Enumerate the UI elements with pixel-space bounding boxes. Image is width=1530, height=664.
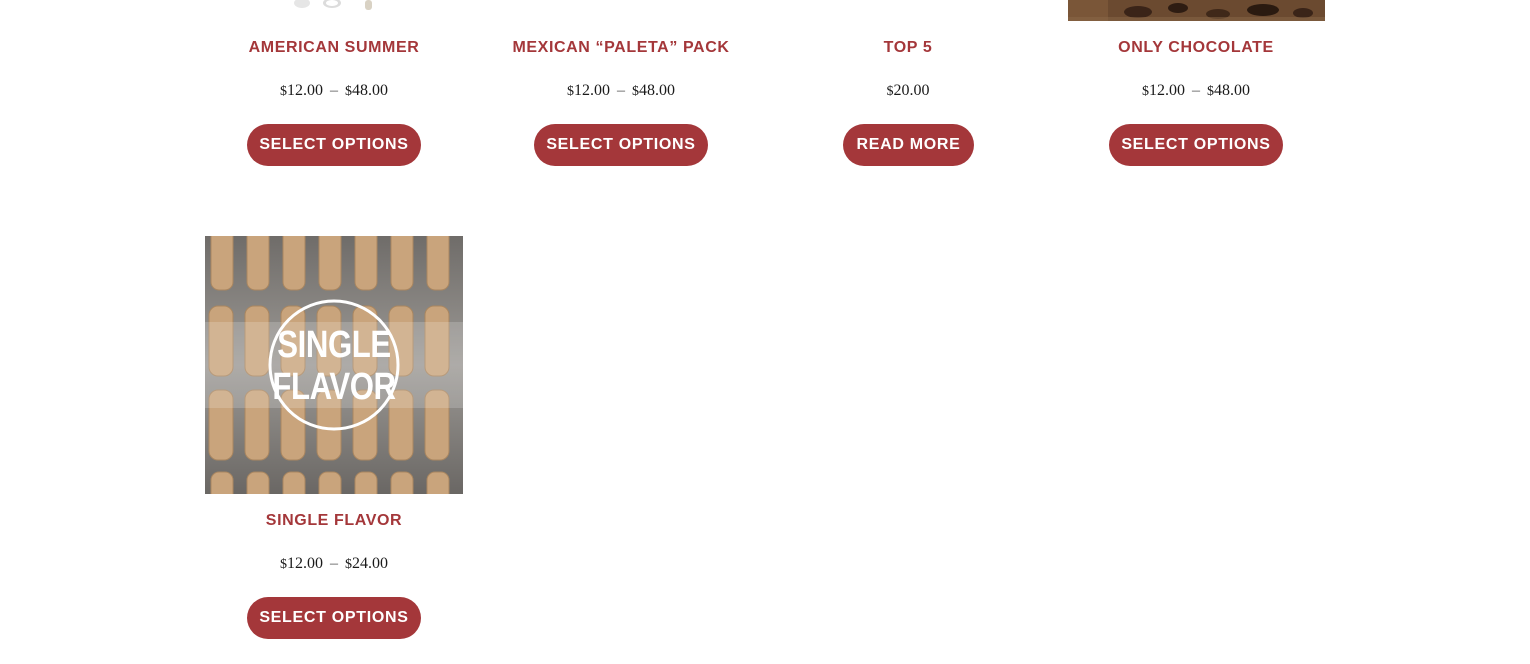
price-range-dash: –	[330, 82, 338, 99]
price-range-dash: –	[1192, 82, 1200, 99]
select-options-button[interactable]: SELECT OPTIONS	[247, 597, 421, 639]
currency-symbol: $	[632, 84, 639, 99]
product-card-single-flavor: SINGLE FLAVOR SINGLE FLAVOR $12.00– $24.0…	[205, 236, 463, 656]
product-image-american-summer[interactable]	[205, 0, 463, 20]
currency-symbol: $	[886, 84, 894, 99]
select-options-button[interactable]: SELECT OPTIONS	[247, 124, 421, 166]
price-max: 48.00	[639, 82, 675, 99]
product-price: $12.00– $48.00	[205, 82, 463, 100]
price-range-dash: –	[330, 555, 338, 572]
product-title[interactable]: TOP 5	[779, 39, 1037, 57]
image-text-line2: FLAVOR	[272, 366, 396, 408]
product-card-mexican-paleta-pack: MEXICAN “PALETA” PACK $12.00– $48.00 SELE…	[492, 0, 750, 200]
price-max: 24.00	[352, 555, 388, 572]
price-max: 48.00	[1214, 82, 1250, 99]
select-options-button[interactable]: SELECT OPTIONS	[1109, 124, 1283, 166]
product-title[interactable]: MEXICAN “PALETA” PACK	[492, 39, 750, 57]
product-image-single-flavor[interactable]: SINGLE FLAVOR	[205, 236, 463, 494]
image-overlay-text: SINGLE FLAVOR	[228, 324, 440, 408]
read-more-button[interactable]: READ MORE	[843, 124, 974, 166]
currency-symbol: $	[280, 557, 287, 572]
price-min: 12.00	[287, 555, 323, 572]
price-value: 20.00	[893, 82, 930, 99]
image-text-line1: SINGLE	[277, 324, 391, 366]
price-min: 12.00	[1149, 82, 1185, 99]
price-max: 48.00	[352, 82, 388, 99]
price-range-dash: –	[617, 82, 625, 99]
product-price: $12.00– $24.00	[205, 555, 463, 573]
product-price: $12.00– $48.00	[1067, 82, 1325, 100]
product-card-american-summer: AMERICAN SUMMER $12.00– $48.00 SELECT OPT…	[205, 0, 463, 200]
select-options-button[interactable]: SELECT OPTIONS	[534, 124, 708, 166]
currency-symbol: $	[345, 557, 352, 572]
product-card-only-chocolate: ONLY CHOCOLATE $12.00– $48.00 SELECT OPTI…	[1067, 0, 1325, 200]
product-price: $12.00– $48.00	[492, 82, 750, 100]
product-card-top-5: TOP 5 $20.00 READ MORE	[779, 0, 1037, 200]
product-title[interactable]: SINGLE FLAVOR	[205, 512, 463, 530]
currency-symbol: $	[1207, 84, 1214, 99]
product-price: $20.00	[779, 82, 1037, 100]
popsicle-sticks-image	[294, 0, 372, 10]
currency-symbol: $	[345, 84, 352, 99]
product-image-only-chocolate[interactable]	[1068, 0, 1325, 21]
currency-symbol: $	[1142, 84, 1149, 99]
product-title[interactable]: AMERICAN SUMMER	[205, 39, 463, 57]
chocolate-image	[1068, 0, 1325, 21]
product-grid: AMERICAN SUMMER $12.00– $48.00 SELECT OPT…	[0, 0, 1530, 664]
price-min: 12.00	[287, 82, 323, 99]
currency-symbol: $	[280, 84, 287, 99]
product-title[interactable]: ONLY CHOCOLATE	[1067, 39, 1325, 57]
currency-symbol: $	[567, 84, 574, 99]
price-min: 12.00	[574, 82, 610, 99]
